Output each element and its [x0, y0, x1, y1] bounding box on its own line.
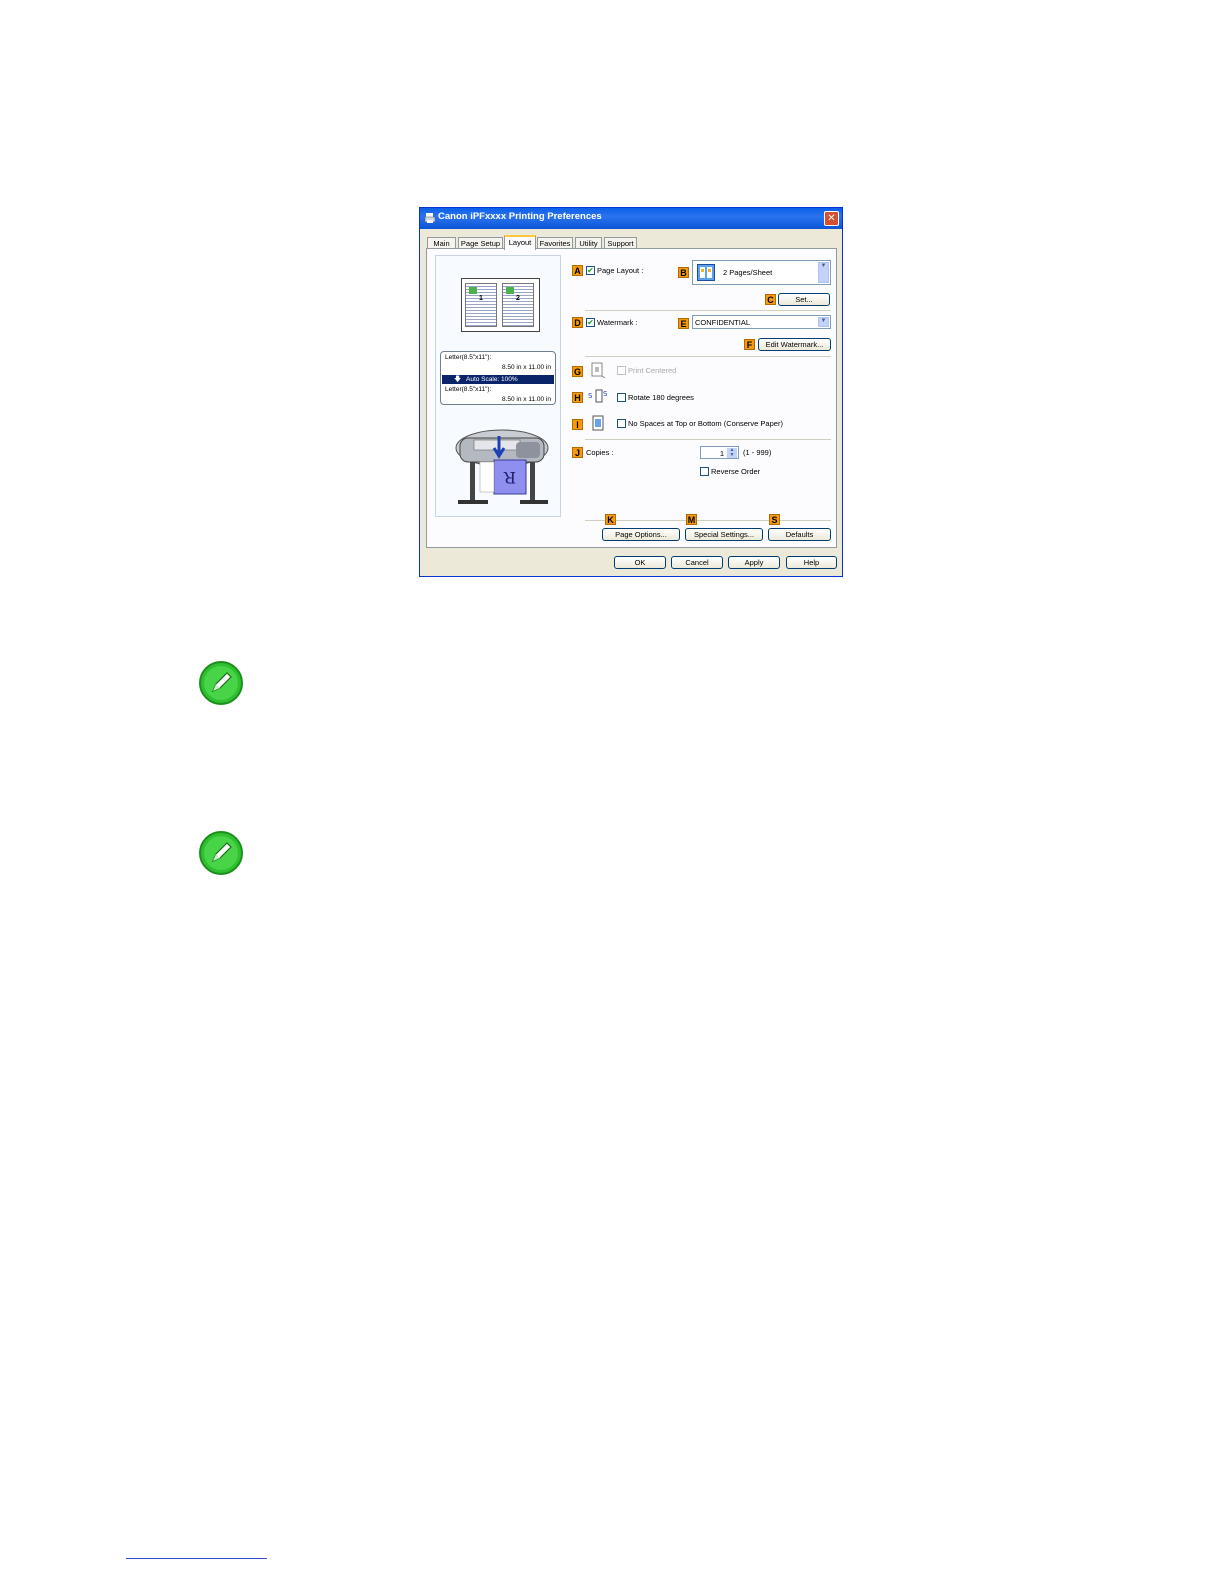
svg-text:S: S	[588, 392, 593, 400]
callout-badge: D	[572, 317, 583, 328]
scale-text: Auto Scale: 100%	[466, 376, 518, 383]
chevron-down-icon[interactable]: ▼	[818, 262, 829, 283]
thumbnail-image-icon	[506, 287, 514, 294]
printer-illustration-icon: R	[455, 429, 549, 504]
window-title: Canon iPFxxxx Printing Preferences	[438, 211, 602, 222]
divider	[585, 310, 831, 311]
rotate-180-label: Rotate 180 degrees	[628, 393, 694, 402]
rotate-page-icon: S S	[588, 389, 608, 403]
svg-text:S: S	[603, 390, 608, 398]
reverse-order-checkbox[interactable]	[700, 467, 709, 476]
divider	[585, 520, 831, 521]
source-size: Letter(8.5"x11"):	[445, 354, 492, 361]
sheet-preview: 1 2	[461, 278, 540, 332]
watermark-label: Watermark :	[597, 318, 638, 327]
apply-button[interactable]: Apply	[728, 556, 780, 569]
page-layout-checkbox[interactable]: ✔	[586, 266, 595, 275]
callout-badge: M	[686, 514, 697, 525]
paper-size-info: Letter(8.5"x11"): 8.50 in x 11.00 in 🡇 A…	[440, 351, 556, 405]
watermark-select[interactable]: CONFIDENTIAL ▼	[692, 315, 831, 329]
page-layout-label: Page Layout :	[597, 266, 644, 275]
divider	[585, 356, 831, 357]
print-centered-label: Print Centered	[628, 366, 677, 375]
callout-badge: C	[765, 294, 776, 305]
conserve-paper-icon	[592, 415, 604, 431]
thumbnail-image-icon	[469, 287, 477, 294]
preview-page-number: 2	[516, 295, 520, 302]
printing-preferences-dialog: Canon iPFxxxx Printing Preferences ✕ Mai…	[419, 207, 843, 577]
callout-badge: B	[678, 267, 689, 278]
chevron-down-icon[interactable]: ▼	[818, 317, 829, 327]
ok-button[interactable]: OK	[614, 556, 666, 569]
print-centered-checkbox[interactable]	[617, 366, 626, 375]
callout-badge: H	[572, 392, 583, 403]
layout-panel: 1 2 Letter(8.5"x11"): 8.50 in x 11.00 in…	[426, 248, 837, 548]
spinner-arrows-icon[interactable]: ▲ ▼	[727, 448, 737, 458]
multi-page-icon	[697, 264, 715, 281]
watermark-checkbox[interactable]: ✔	[586, 318, 595, 327]
edit-watermark-button[interactable]: Edit Watermark...	[758, 338, 831, 351]
watermark-value: CONFIDENTIAL	[695, 318, 751, 327]
callout-badge: E	[678, 318, 689, 329]
reverse-order-label: Reverse Order	[711, 467, 761, 476]
output-size: Letter(8.5"x11"):	[445, 386, 492, 393]
close-button[interactable]: ✕	[824, 211, 839, 226]
callout-badge: F	[744, 339, 755, 350]
no-spaces-checkbox[interactable]	[617, 419, 626, 428]
output-dimensions: 8.50 in x 11.00 in	[501, 396, 551, 403]
scale-bar: 🡇 Auto Scale: 100%	[442, 375, 554, 384]
svg-text:R: R	[503, 468, 516, 487]
set-button[interactable]: Set...	[778, 293, 830, 306]
callout-badge: I	[572, 419, 583, 430]
pages-per-sheet-value: 2 Pages/Sheet	[723, 268, 773, 277]
copies-range: (1 - 999)	[743, 448, 772, 457]
page-options-button[interactable]: Page Options...	[602, 528, 680, 541]
print-centered-icon	[591, 362, 606, 378]
printer-app-icon	[424, 213, 436, 223]
preview-page-number: 1	[479, 295, 483, 302]
title-bar[interactable]: Canon iPFxxxx Printing Preferences ✕	[420, 208, 842, 229]
callout-badge: J	[572, 447, 583, 458]
callout-badge: S	[769, 514, 780, 525]
callout-badge: K	[605, 514, 616, 525]
callout-badge: G	[572, 366, 583, 377]
callout-badge: A	[572, 265, 583, 276]
special-settings-button[interactable]: Special Settings...	[685, 528, 763, 541]
tab-layout[interactable]: Layout	[504, 235, 536, 250]
help-button[interactable]: Help	[786, 556, 837, 569]
defaults-button[interactable]: Defaults	[768, 528, 831, 541]
copies-label: Copies :	[586, 448, 614, 457]
arrow-down-icon: 🡇	[454, 376, 462, 383]
copies-value: 1	[719, 449, 724, 458]
divider	[585, 439, 831, 440]
pencil-note-icon	[199, 661, 243, 705]
footer-link-underline[interactable]	[126, 1558, 267, 1559]
rotate-180-checkbox[interactable]	[617, 393, 626, 402]
layout-preview: 1 2 Letter(8.5"x11"): 8.50 in x 11.00 in…	[435, 255, 561, 517]
no-spaces-label: No Spaces at Top or Bottom (Conserve Pap…	[628, 419, 783, 428]
cancel-button[interactable]: Cancel	[671, 556, 723, 569]
pencil-note-icon	[199, 831, 243, 875]
copies-stepper[interactable]: 1 ▲ ▼	[700, 446, 739, 459]
source-dimensions: 8.50 in x 11.00 in	[501, 364, 551, 371]
pages-per-sheet-select[interactable]: 2 Pages/Sheet ▼	[692, 260, 831, 285]
